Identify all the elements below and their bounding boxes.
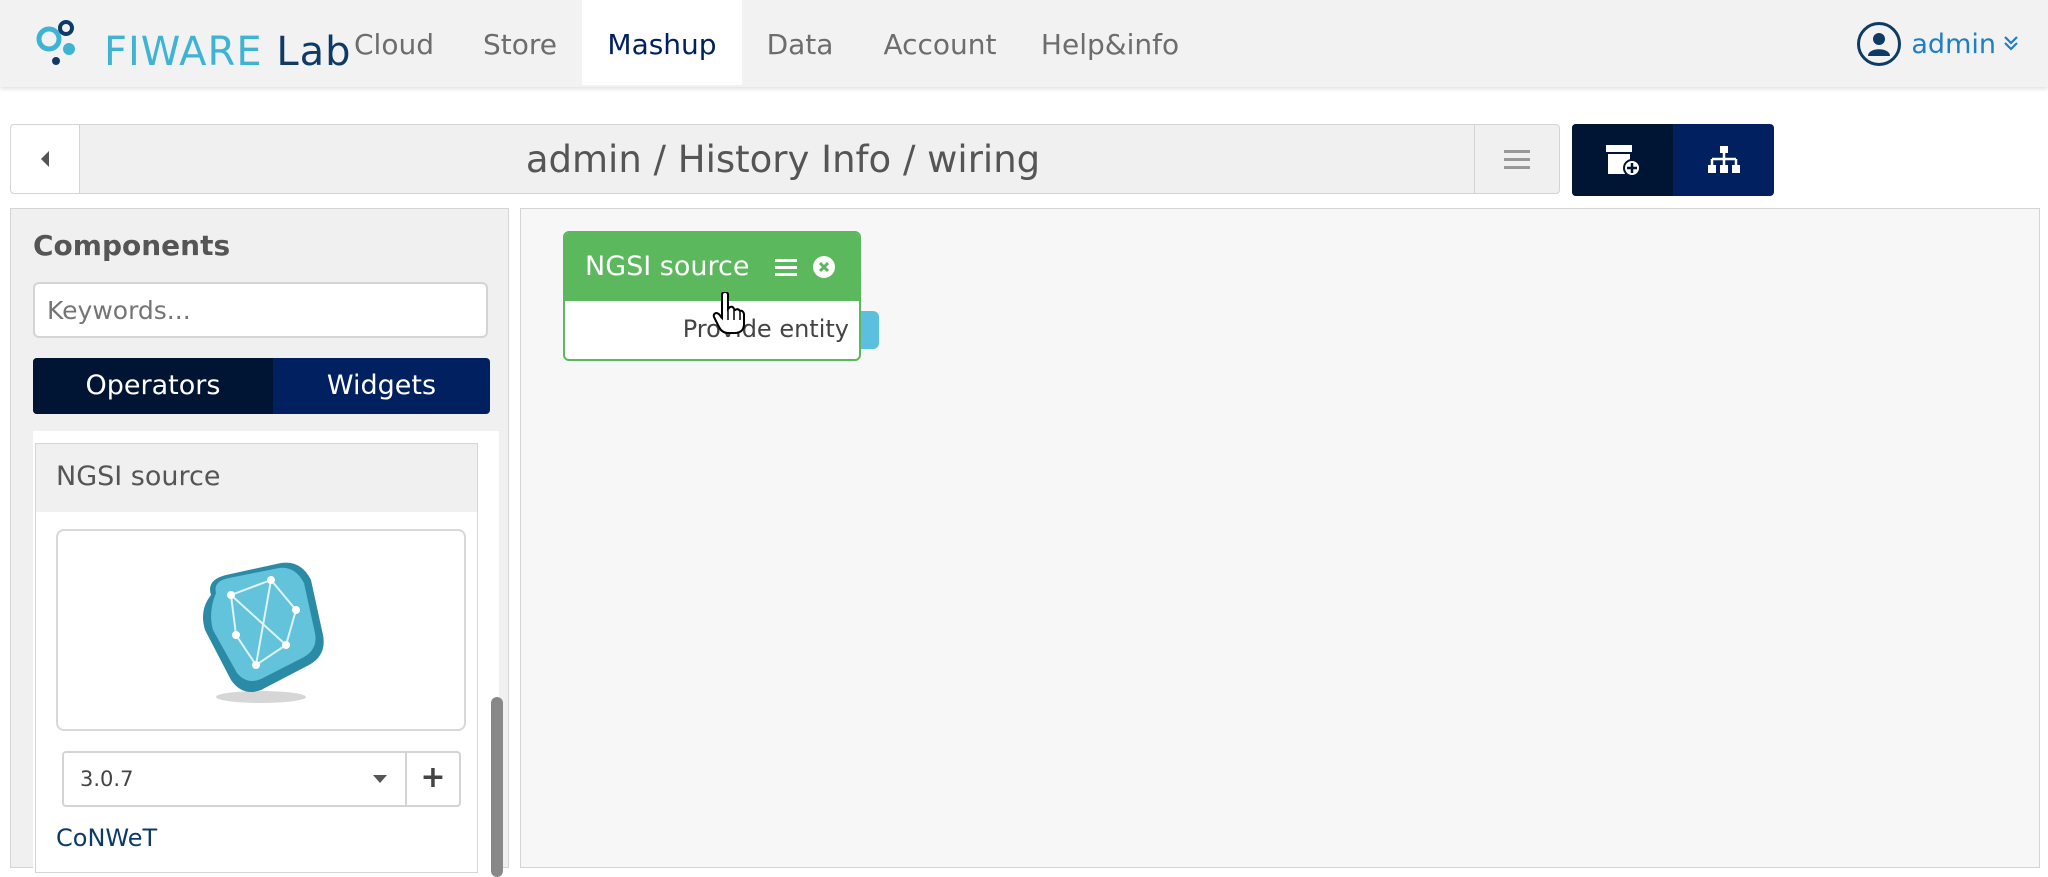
fiware-lab-logo[interactable]: FIWARE Lab [34,17,351,87]
component-thumbnail[interactable] [56,529,466,731]
breadcrumb: admin / History Info / wiring [525,138,1041,181]
component-vendor: CoNWeT [56,824,158,852]
logo-brand: FIWARE [104,29,263,75]
caret-left-icon [41,151,49,167]
component-card: NGSI source 3.0.7 + CoNWeT [35,443,478,873]
nav-help-info[interactable]: Help&info [1030,0,1190,85]
tab-widgets[interactable]: Widgets [273,358,490,414]
sidebar-title: Components [33,229,231,262]
sitemap-icon [1707,146,1740,173]
tab-operators[interactable]: Operators [33,358,273,414]
logo-text: FIWARE Lab [104,29,352,75]
behaviours-button[interactable] [1673,124,1774,196]
component-title: NGSI source [36,444,477,512]
nav-data[interactable]: Data [752,0,848,85]
nav-mashup[interactable]: Mashup [582,0,742,85]
component-list: NGSI source 3.0.7 + CoNWeT [33,431,499,873]
add-component-icon [1605,145,1641,177]
caret-down-icon [373,775,387,783]
wiring-toolbar [1572,124,1774,196]
close-icon[interactable] [812,255,836,283]
search-input[interactable] [33,282,488,338]
user-menu[interactable]: admin [1857,20,2018,68]
nav-store[interactable]: Store [468,0,572,85]
chevron-double-down-icon [2004,32,2018,56]
wiring-canvas[interactable]: NGSI source Provide entity [520,208,2040,868]
user-name: admin [1911,28,1996,60]
nav-cloud[interactable]: Cloud [340,0,448,85]
version-value: 3.0.7 [80,767,134,791]
ngsi-gem-icon [203,562,324,703]
user-icon [1857,22,1902,66]
operator-title: NGSI source [585,251,750,282]
nav-account[interactable]: Account [870,0,1010,85]
output-endpoint-anchor[interactable] [861,311,879,349]
hamburger-icon [1504,150,1530,169]
component-type-tabs: Operators Widgets [33,358,490,414]
add-component-button[interactable] [1572,124,1673,196]
add-operator-button[interactable]: + [405,751,461,807]
logo-dots-icon [36,20,75,65]
hand-cursor-icon [712,292,745,334]
path-bar: admin / History Info / wiring [10,124,1560,194]
components-sidebar: Components Operators Widgets NGSI source… [10,208,509,877]
back-button[interactable] [11,125,80,193]
sidebar-scrollbar[interactable] [491,697,503,877]
top-navbar: FIWARE Lab Cloud Store Mashup Data Accou… [0,0,2048,87]
workspace-menu-button[interactable] [1474,125,1559,193]
operator-menu-icon[interactable] [775,257,797,281]
version-select[interactable]: 3.0.7 [62,751,407,807]
output-endpoint-label: Provide entity [682,315,849,343]
